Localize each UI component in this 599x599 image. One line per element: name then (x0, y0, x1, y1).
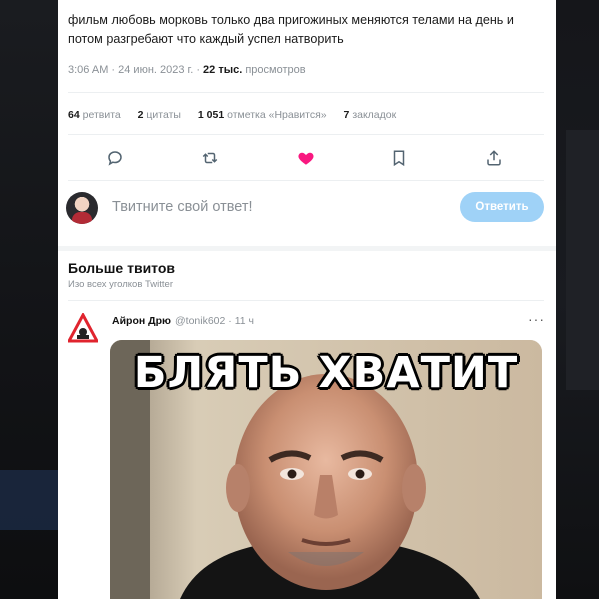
author-avatar-icon[interactable] (68, 313, 98, 343)
reply-icon (108, 151, 122, 166)
action-bar (58, 146, 556, 170)
share-button[interactable] (482, 146, 506, 170)
tweet-text: фильм любовь морковь только два пригожин… (68, 13, 514, 46)
more-tweets-subtitle: Изо всех уголков Twitter (68, 279, 173, 290)
reply-composer: Твитните свой ответ! Ответить (66, 190, 552, 230)
likes-label: отметка «Нравится» (227, 109, 327, 121)
views-label: просмотров (242, 64, 306, 76)
quotes-label: цитаты (146, 109, 181, 121)
bookmark-icon (393, 150, 405, 167)
meme-caption: БЛЯТЬ ХВАТИТ (133, 348, 519, 398)
retweets-count: 64 (68, 109, 80, 121)
engagement-stats: 64 ретвита 2 цитаты 1 051 отметка «Нрави… (68, 109, 410, 121)
likes-count: 1 051 (197, 109, 225, 121)
bookmarks-stat[interactable]: 7 закладок (344, 109, 397, 121)
section-separator (58, 246, 556, 251)
divider (68, 300, 544, 301)
bookmarks-label: закладок (352, 109, 397, 121)
more-tweets-title: Больше твитов (68, 260, 176, 276)
reply-input[interactable]: Твитните свой ответ! (112, 199, 253, 215)
background-right (556, 0, 599, 599)
background-left (0, 0, 58, 599)
divider (68, 134, 544, 135)
bookmark-button[interactable] (387, 146, 411, 170)
avatar[interactable] (66, 192, 98, 224)
tweet-panel: фильм любовь морковь только два пригожин… (58, 0, 556, 599)
recommended-tweet-header: Айрон Дрю @tonik602 · 11 ч (112, 315, 254, 327)
retweet-button[interactable] (198, 146, 222, 170)
reply-submit-button[interactable]: Ответить (460, 192, 544, 222)
divider (68, 180, 544, 181)
tweet-media-image[interactable]: БЛЯТЬ ХВАТИТ (110, 340, 542, 599)
reply-button[interactable] (103, 146, 127, 170)
more-options-icon[interactable]: ··· (528, 311, 545, 327)
views-count: 22 тыс. (203, 64, 243, 76)
share-icon (487, 150, 501, 166)
retweet-icon (202, 152, 218, 164)
author-name[interactable]: Айрон Дрю (112, 315, 171, 327)
retweets-label: ретвита (82, 109, 121, 121)
tweet-meta: 3:06 AM · 24 июн. 2023 г. · 22 тыс. прос… (68, 64, 306, 76)
quotes-count: 2 (137, 109, 144, 121)
background-blob (0, 470, 58, 530)
quotes-stat[interactable]: 2 цитаты (138, 109, 181, 121)
heart-icon (298, 152, 314, 165)
author-handle-time[interactable]: @tonik602 · 11 ч (175, 315, 254, 327)
retweets-stat[interactable]: 64 ретвита (68, 109, 121, 121)
background-blob (566, 130, 599, 390)
like-button[interactable] (294, 146, 318, 170)
divider (68, 92, 544, 93)
bookmarks-count: 7 (343, 109, 350, 121)
likes-stat[interactable]: 1 051 отметка «Нравится» (198, 109, 327, 121)
tweet-timestamp[interactable]: 3:06 AM · 24 июн. 2023 г. · (68, 64, 203, 76)
